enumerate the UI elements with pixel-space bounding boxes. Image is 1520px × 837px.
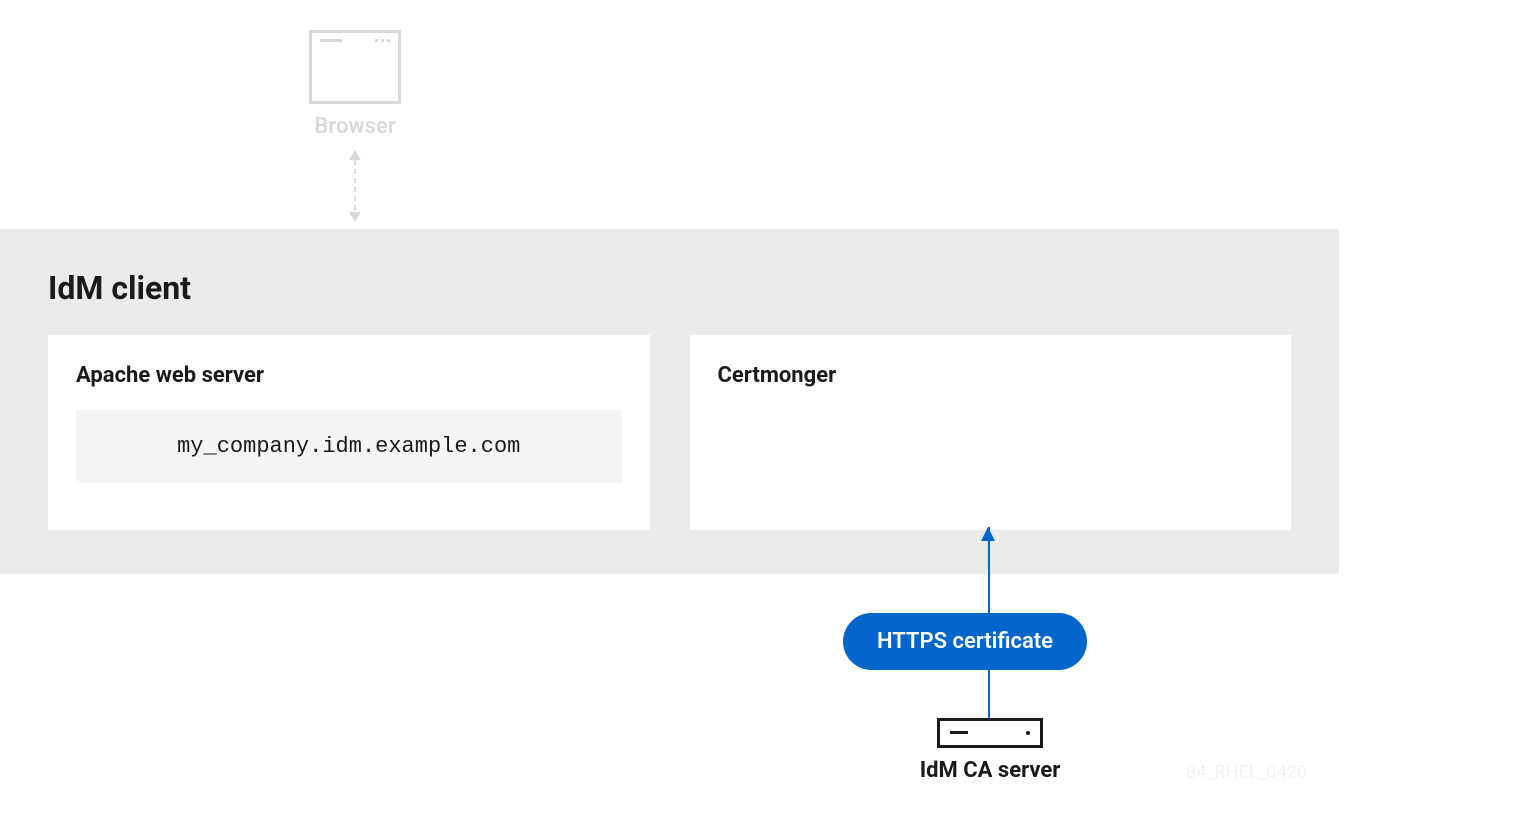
browser-icon-bar [320,39,342,42]
ca-server-label: IdM CA server [895,758,1085,783]
watermark-text: 84_RHEL_0420 [1186,762,1307,783]
browser-icon-dots [375,39,390,42]
apache-box: Apache web server my_company.idm.example… [48,335,650,530]
browser-section: Browser [305,30,405,139]
boxes-row: Apache web server my_company.idm.example… [48,335,1291,530]
idm-client-title: IdM client [48,269,1291,307]
browser-label: Browser [305,114,405,139]
idm-client-container: IdM client Apache web server my_company.… [0,229,1339,574]
https-certificate-badge: HTTPS certificate [843,613,1087,670]
apache-title: Apache web server [76,363,622,388]
certmonger-box: Certmonger [690,335,1292,530]
server-icon [937,718,1043,748]
bidirectional-arrow-icon [349,150,361,222]
certmonger-title: Certmonger [718,363,1264,388]
apache-hostname: my_company.idm.example.com [76,410,622,483]
browser-icon [309,30,401,104]
